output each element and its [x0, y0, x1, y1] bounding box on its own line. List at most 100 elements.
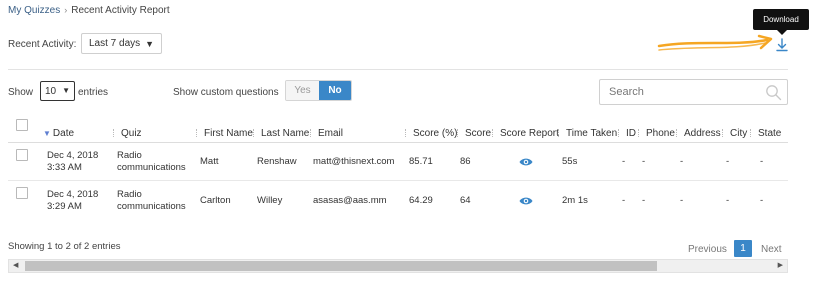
- view-report-eye-icon[interactable]: [519, 196, 533, 206]
- custom-questions-toggle: Yes No: [285, 80, 352, 101]
- cell-time-taken: 2m 1s: [562, 195, 588, 206]
- row-divider: [8, 180, 788, 181]
- toggle-yes-button[interactable]: Yes: [286, 81, 319, 100]
- column-header-label: Time Taken: [566, 128, 618, 139]
- scroll-right-icon[interactable]: ▶: [778, 261, 783, 269]
- cell-date: Dec 4, 2018: [47, 189, 99, 200]
- cell-first-name: Carlton: [200, 195, 231, 206]
- sort-icon: [253, 129, 258, 137]
- custom-questions-label: Show custom questions: [173, 87, 279, 98]
- cell-email: matt@thisnext.com: [313, 156, 395, 167]
- cell-score-pct: 85.71: [409, 156, 433, 167]
- caret-down-icon: ▼: [145, 39, 154, 49]
- period-select-value: Last 7 days: [89, 38, 141, 49]
- caret-down-icon: ▼: [62, 86, 70, 95]
- row-checkbox[interactable]: [16, 187, 28, 199]
- cell-score: 86: [460, 156, 471, 167]
- breadcrumb-current: Recent Activity Report: [71, 5, 170, 16]
- cell-address: -: [680, 195, 684, 206]
- column-header-score[interactable]: Score: [457, 128, 491, 139]
- column-header-time-taken[interactable]: Time Taken: [558, 128, 617, 139]
- search-box: [599, 79, 788, 105]
- column-header-label: Email: [318, 128, 344, 139]
- pagination-previous[interactable]: Previous: [688, 244, 727, 255]
- view-report-eye-icon[interactable]: [519, 157, 533, 167]
- cell-email: asasas@aas.mm: [313, 195, 387, 206]
- sort-icon: [405, 129, 410, 137]
- column-header-date[interactable]: ▼ Date: [43, 128, 74, 139]
- search-icon[interactable]: [765, 84, 782, 101]
- column-header-id[interactable]: ID: [618, 128, 636, 139]
- column-header-label: First Name: [204, 128, 253, 139]
- column-header-phone[interactable]: Phone: [638, 128, 675, 139]
- scroll-left-icon[interactable]: ◀: [13, 261, 18, 269]
- column-header-label: State: [758, 128, 782, 139]
- cell-id: -: [622, 195, 626, 206]
- column-header-quiz[interactable]: Quiz: [113, 128, 142, 139]
- column-header-state[interactable]: State: [750, 128, 781, 139]
- orange-arrow-annotation: [657, 34, 773, 51]
- pagination-page-1[interactable]: 1: [734, 240, 752, 257]
- cell-score-pct: 64.29: [409, 195, 433, 206]
- column-header-label: Score (%): [413, 128, 458, 139]
- sort-icon: [638, 129, 643, 137]
- cell-state: -: [760, 156, 764, 167]
- period-select[interactable]: Last 7 days ▼: [81, 33, 162, 54]
- column-header-first-name[interactable]: First Name: [196, 128, 253, 139]
- column-header-city[interactable]: City: [722, 128, 747, 139]
- cell-quiz-line1: Radio: [117, 189, 142, 200]
- cell-time: 3:33 AM: [47, 162, 82, 173]
- horizontal-scrollbar[interactable]: ◀ ▶: [8, 259, 788, 273]
- cell-last-name: Renshaw: [257, 156, 297, 167]
- entries-length-value: 10: [45, 86, 57, 97]
- scrollbar-thumb[interactable]: [25, 261, 657, 271]
- table-info: Showing 1 to 2 of 2 entries: [8, 241, 121, 252]
- cell-state: -: [760, 195, 764, 206]
- column-header-label: Address: [684, 128, 721, 139]
- cell-city: -: [726, 156, 730, 167]
- cell-quiz-line1: Radio: [117, 150, 142, 161]
- breadcrumb-my-quizzes[interactable]: My Quizzes: [8, 5, 60, 16]
- cell-quiz-line2: communications: [117, 201, 186, 212]
- cell-id: -: [622, 156, 626, 167]
- show-label: Show: [8, 87, 34, 98]
- select-all-checkbox[interactable]: [16, 119, 28, 131]
- sort-icon: [722, 129, 727, 137]
- cell-time: 3:29 AM: [47, 201, 82, 212]
- table-header-border: [8, 142, 788, 143]
- cell-phone: -: [642, 156, 646, 167]
- pagination-next[interactable]: Next: [761, 244, 782, 255]
- column-header-label: Last Name: [261, 128, 310, 139]
- cell-last-name: Willey: [257, 195, 283, 206]
- column-header-label: ID: [626, 128, 636, 139]
- sort-icon: [558, 129, 563, 137]
- divider: [8, 69, 788, 70]
- sort-icon: [676, 129, 681, 137]
- sort-icon: [618, 129, 623, 137]
- column-header-label: City: [730, 128, 748, 139]
- entries-label: entries: [78, 87, 109, 98]
- column-header-address[interactable]: Address: [676, 128, 721, 139]
- row-checkbox[interactable]: [16, 149, 28, 161]
- column-header-score-pct[interactable]: Score (%): [405, 128, 457, 139]
- column-header-last-name[interactable]: Last Name: [253, 128, 309, 139]
- column-header-email[interactable]: Email: [310, 128, 343, 139]
- column-header-label: Phone: [646, 128, 675, 139]
- cell-date: Dec 4, 2018: [47, 150, 99, 161]
- cell-address: -: [680, 156, 684, 167]
- column-header-label: Date: [52, 128, 75, 139]
- column-header-label: Score: [465, 128, 492, 139]
- sort-icon: [196, 129, 201, 137]
- search-input[interactable]: [609, 81, 759, 103]
- sort-icon: [492, 129, 497, 137]
- entries-length-select[interactable]: 10 ▼: [40, 81, 75, 101]
- sort-icon: [113, 129, 118, 137]
- cell-time-taken: 55s: [562, 156, 578, 167]
- sort-icon: [457, 129, 462, 137]
- cell-phone: -: [642, 195, 646, 206]
- breadcrumb-separator: ›: [64, 5, 68, 15]
- column-header-score-report[interactable]: Score Report: [492, 128, 559, 139]
- download-icon[interactable]: [774, 37, 790, 53]
- toggle-no-button[interactable]: No: [319, 81, 351, 100]
- column-header-label: Quiz: [121, 128, 142, 139]
